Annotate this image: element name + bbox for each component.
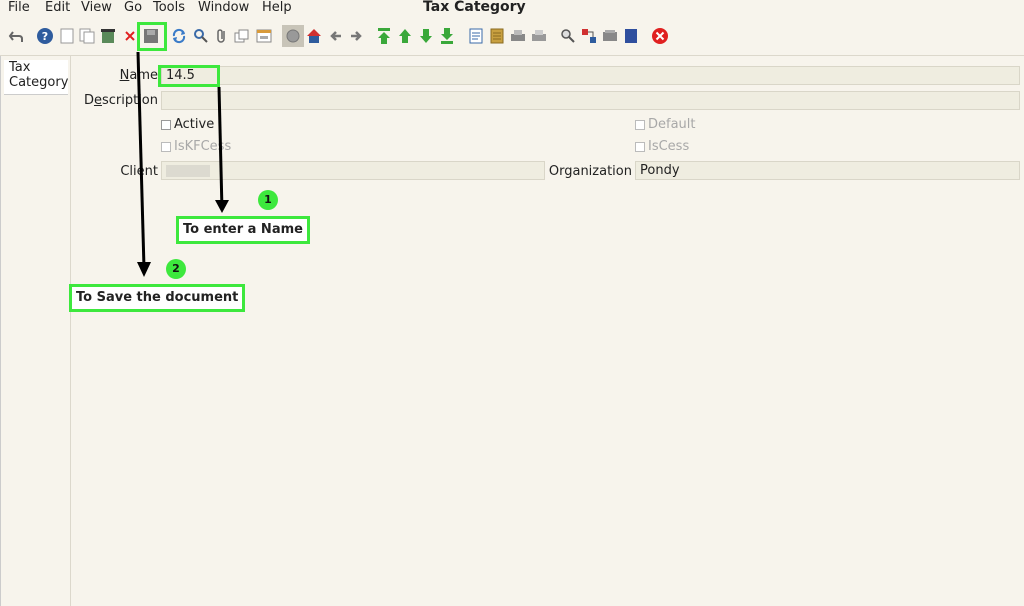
step-1-badge: 1 [258, 190, 278, 210]
step-2-callout: To Save the document [69, 284, 246, 312]
arrow-to-name-callout [217, 86, 224, 211]
arrow-head-1 [215, 200, 229, 213]
step-2-badge: 2 [166, 259, 186, 279]
step-1-callout: To enter a Name [176, 216, 310, 244]
arrow-to-save-callout [136, 51, 146, 269]
arrow-head-2 [137, 262, 151, 277]
